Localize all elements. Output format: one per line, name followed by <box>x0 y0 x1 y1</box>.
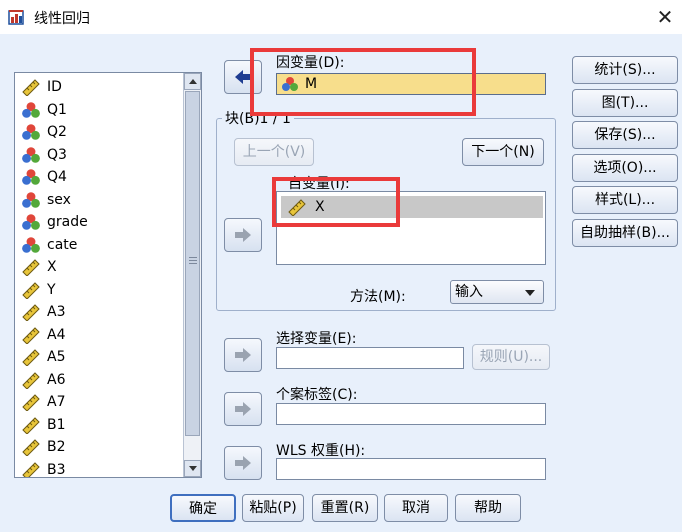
rule-button[interactable]: 规则(U)... <box>472 344 550 370</box>
variable-list-item[interactable]: ID <box>15 76 183 98</box>
variable-name: sex <box>47 191 71 208</box>
variable-name: A4 <box>47 326 66 343</box>
next-block-button[interactable]: 下一个(N) <box>462 138 544 166</box>
arrow-right-icon <box>235 456 251 470</box>
scroll-up-arrow[interactable] <box>184 73 201 90</box>
variable-name: Q1 <box>47 101 67 118</box>
save-button[interactable]: 保存(S)... <box>572 121 678 149</box>
variable-name: ID <box>47 79 62 95</box>
arrow-right-icon <box>235 402 251 416</box>
variable-name: Q3 <box>47 146 67 163</box>
highlight-box-independent <box>272 177 400 227</box>
variable-list-item[interactable]: sex <box>15 189 183 211</box>
variable-list-item[interactable]: Y <box>15 279 183 301</box>
variable-name: X <box>47 259 57 275</box>
ok-button[interactable]: 确定 <box>170 494 236 522</box>
variable-name: Q4 <box>47 169 67 185</box>
previous-block-button[interactable]: 上一个(V) <box>234 138 314 166</box>
wls-label: WLS 权重(H): <box>276 443 366 459</box>
help-button[interactable]: 帮助 <box>455 494 521 522</box>
nominal-variable-icon <box>22 191 40 208</box>
variable-name: A6 <box>47 371 66 388</box>
nominal-variable-icon <box>22 236 40 253</box>
scale-variable-icon <box>22 461 40 477</box>
window-title: 线性回归 <box>34 11 90 27</box>
variable-name: B1 <box>47 416 66 433</box>
arrow-right-icon <box>235 228 251 242</box>
method-value: 输入 <box>455 284 483 300</box>
method-label: 方法(M): <box>350 289 406 305</box>
variable-name: B2 <box>47 439 66 455</box>
variable-name: B3 <box>47 461 66 478</box>
variable-list-item[interactable]: A4 <box>15 324 183 346</box>
variable-list-item[interactable]: A7 <box>15 391 183 413</box>
scale-variable-icon <box>22 259 40 276</box>
scale-variable-icon <box>22 304 40 321</box>
move-to-case-label-button[interactable] <box>224 392 262 426</box>
case-label-label: 个案标签(C): <box>276 387 358 403</box>
variable-name: Q2 <box>47 124 67 140</box>
highlight-box-dependent <box>250 48 476 116</box>
statistics-button[interactable]: 统计(S)... <box>572 56 678 84</box>
nominal-variable-icon <box>22 214 40 230</box>
arrow-right-icon <box>235 348 251 362</box>
variable-name: Y <box>47 281 56 298</box>
case-label-field[interactable] <box>276 403 546 425</box>
style-button[interactable]: 样式(L)... <box>572 186 678 214</box>
scale-variable-icon <box>22 281 40 299</box>
nominal-variable-icon <box>22 146 40 163</box>
variable-list-item[interactable]: B1 <box>15 414 183 436</box>
variable-name: A7 <box>47 394 66 410</box>
variable-list[interactable]: B3 B2 B1 A7 A6 A5 A4 A3 Y Xcate grade sex Q4 Q3 Q2 Q1 ID <box>14 72 202 478</box>
app-icon <box>8 10 24 25</box>
nominal-variable-icon <box>22 169 40 185</box>
variable-list-item[interactable]: cate <box>15 234 183 256</box>
method-dropdown[interactable]: 输入 <box>450 280 544 304</box>
variable-list-item[interactable]: Q2 <box>15 121 183 143</box>
variable-name: cate <box>47 236 78 253</box>
scale-variable-icon <box>22 79 40 96</box>
selection-variable-field[interactable] <box>276 347 464 369</box>
reset-button[interactable]: 重置(R) <box>312 494 378 522</box>
scale-variable-icon <box>22 371 40 389</box>
variable-list-item[interactable]: A6 <box>15 369 183 391</box>
move-to-independent-button[interactable] <box>224 218 262 252</box>
scroll-thumb[interactable] <box>185 91 200 436</box>
scale-variable-icon <box>22 326 40 344</box>
scale-variable-icon <box>22 394 40 411</box>
variable-list-item[interactable]: Q4 <box>15 166 183 188</box>
move-to-selection-button[interactable] <box>224 338 262 372</box>
variable-list-item[interactable]: A3 <box>15 301 183 323</box>
plots-button[interactable]: 图(T)... <box>572 89 678 117</box>
paste-button[interactable]: 粘贴(P) <box>242 494 304 522</box>
options-button[interactable]: 选项(O)... <box>572 154 678 182</box>
nominal-variable-icon <box>22 101 40 118</box>
bootstrap-button[interactable]: 自助抽样(B)... <box>572 219 678 247</box>
cancel-button[interactable]: 取消 <box>384 494 448 522</box>
title-bar <box>0 0 682 34</box>
scroll-down-arrow[interactable] <box>184 460 201 477</box>
variable-list-item[interactable]: grade <box>15 211 183 233</box>
nominal-variable-icon <box>22 124 40 140</box>
scale-variable-icon <box>22 349 40 366</box>
close-button[interactable]: ✕ <box>652 4 678 30</box>
variable-list-item[interactable]: X <box>15 256 183 278</box>
move-to-wls-button[interactable] <box>224 446 262 480</box>
variable-list-item[interactable]: Q1 <box>15 99 183 121</box>
variable-list-item[interactable]: B3 <box>15 459 183 478</box>
variable-name: grade <box>47 214 88 230</box>
scale-variable-icon <box>22 416 40 434</box>
variable-list-item[interactable]: A5 <box>15 346 183 368</box>
variable-list-item[interactable]: B2 <box>15 436 183 458</box>
chevron-down-icon <box>525 290 535 296</box>
wls-weight-field[interactable] <box>276 458 546 480</box>
variable-list-scrollbar[interactable] <box>183 73 201 477</box>
variable-list-item[interactable]: Q3 <box>15 144 183 166</box>
selection-label: 选择变量(E): <box>276 331 357 347</box>
scale-variable-icon <box>22 439 40 456</box>
variable-name: A5 <box>47 349 66 365</box>
variable-name: A3 <box>47 304 66 320</box>
